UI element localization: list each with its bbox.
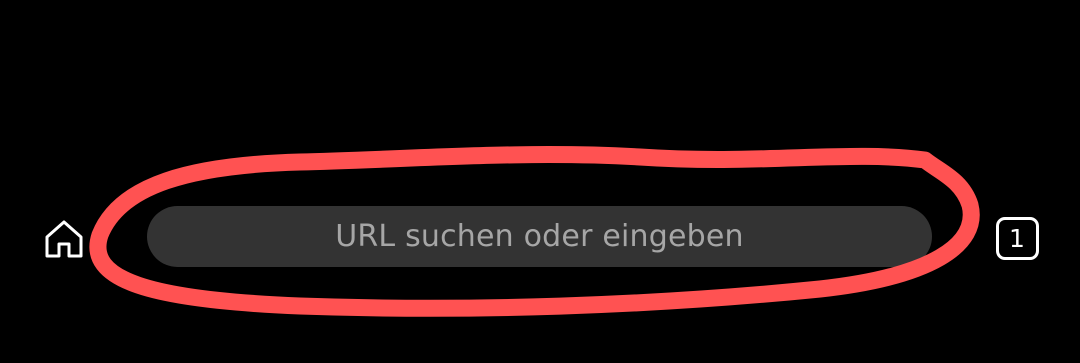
url-search-input[interactable]: URL suchen oder eingeben	[147, 206, 932, 267]
home-icon	[45, 220, 83, 258]
red-circle-annotation	[89, 146, 980, 317]
url-placeholder: URL suchen oder eingeben	[335, 219, 744, 254]
browser-screen: URL suchen oder eingeben 1	[0, 0, 1080, 363]
tabs-counter-button[interactable]: 1	[988, 210, 1046, 266]
home-button[interactable]	[36, 212, 92, 266]
bottom-toolbar: URL suchen oder eingeben 1	[0, 190, 1080, 286]
tab-count: 1	[1009, 223, 1025, 253]
tab-count-badge: 1	[995, 216, 1039, 260]
